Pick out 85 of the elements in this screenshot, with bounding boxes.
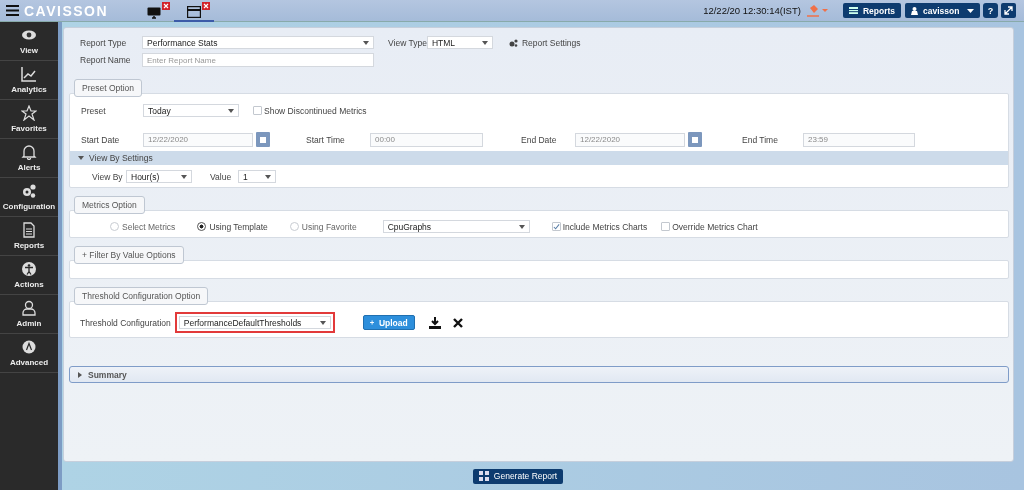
section-tab[interactable]: Preset Option bbox=[74, 79, 142, 97]
plus-icon bbox=[369, 319, 374, 326]
dropdown[interactable]: HTML bbox=[426, 36, 493, 49]
caret-icon bbox=[78, 156, 84, 160]
field-label: Preset bbox=[81, 105, 107, 116]
section-tab[interactable]: + Filter By Value Options bbox=[74, 246, 184, 264]
user-button[interactable]: cavisson bbox=[905, 3, 980, 18]
checkbox[interactable] bbox=[253, 106, 262, 115]
download-icon[interactable] bbox=[428, 316, 441, 329]
calendar-icon bbox=[692, 136, 698, 143]
section-tab[interactable]: Metrics Option bbox=[74, 196, 145, 214]
field-label: Threshold Configuration bbox=[80, 317, 171, 328]
sidebar-item[interactable]: Favorites bbox=[0, 100, 58, 139]
summary-header[interactable]: Summary bbox=[69, 366, 1009, 383]
help-button[interactable]: ? bbox=[983, 3, 998, 18]
expand-icon bbox=[1004, 6, 1013, 15]
caret-icon bbox=[481, 40, 488, 45]
view-by-settings-header[interactable]: View By Settings bbox=[70, 151, 1008, 165]
field-label: View By bbox=[92, 171, 124, 182]
sidebar-item[interactable]: Alerts bbox=[0, 139, 58, 178]
field-label: Start Time bbox=[306, 134, 346, 145]
user-icon bbox=[21, 300, 37, 316]
calendar-button[interactable] bbox=[256, 132, 270, 147]
field-label: End Date bbox=[521, 134, 558, 145]
logo: CAVISSON bbox=[24, 2, 110, 19]
radio-label: Select Metrics bbox=[122, 221, 176, 232]
caret-icon bbox=[78, 371, 82, 378]
grid-icon bbox=[478, 471, 489, 481]
sidebar-item[interactable]: Actions bbox=[0, 256, 58, 295]
calendar-button[interactable] bbox=[688, 132, 702, 147]
field-label: Start Date bbox=[81, 134, 121, 145]
report-settings-link[interactable]: Report Settings bbox=[508, 37, 581, 48]
section-tab[interactable]: Threshold Configuration Option bbox=[74, 287, 209, 305]
report-name-field[interactable]: Enter Report Name bbox=[142, 53, 374, 67]
checkbox-label: Override Metrics Chart bbox=[672, 221, 758, 232]
caret-icon bbox=[265, 174, 271, 179]
caret-icon bbox=[967, 8, 974, 13]
field-label: Report Name bbox=[80, 55, 132, 65]
table-icon bbox=[848, 7, 858, 14]
dropdown[interactable]: Today bbox=[143, 104, 239, 117]
caret-icon bbox=[363, 40, 369, 45]
sidebar-item[interactable]: View bbox=[0, 22, 58, 61]
chart-icon bbox=[21, 66, 37, 82]
checkbox[interactable] bbox=[661, 222, 671, 231]
generate-report-button[interactable]: Generate Report bbox=[472, 468, 564, 484]
dropdown[interactable]: Hour(s) bbox=[126, 170, 192, 183]
gears-icon bbox=[508, 38, 518, 47]
checkbox-label: Include Metrics Charts bbox=[562, 221, 648, 232]
calendar-icon bbox=[260, 136, 266, 143]
person-circle-icon bbox=[21, 261, 37, 277]
expand-button[interactable] bbox=[1001, 3, 1016, 18]
caret-icon bbox=[518, 224, 525, 229]
sidebar-item[interactable]: Reports bbox=[0, 217, 58, 256]
close-icon[interactable] bbox=[452, 317, 463, 328]
dropdown[interactable]: PerformanceDefaultThresholds bbox=[178, 316, 331, 329]
document-icon bbox=[21, 222, 37, 238]
field-label: End Time bbox=[742, 134, 779, 145]
dropdown[interactable]: CpuGraphs bbox=[382, 220, 530, 233]
menu-icon[interactable] bbox=[6, 5, 19, 16]
dropdown[interactable]: Performance Stats bbox=[142, 36, 374, 49]
sidebar-item[interactable]: Admin bbox=[0, 295, 58, 334]
window-icon bbox=[187, 5, 201, 18]
circle-icon bbox=[21, 339, 37, 355]
checkbox-label: Show Discontinued Metrics bbox=[264, 105, 367, 116]
sidebar-item[interactable]: Analytics bbox=[0, 61, 58, 100]
checkbox[interactable] bbox=[551, 222, 561, 231]
user-icon bbox=[911, 6, 918, 15]
date-time: 12/22/20 12:30:14(IST) bbox=[703, 5, 801, 16]
sidebar-item[interactable]: Advanced bbox=[0, 334, 58, 373]
caret-icon bbox=[319, 320, 326, 325]
gears-icon bbox=[21, 183, 37, 199]
caret-icon bbox=[228, 108, 234, 113]
radio-label: Using Template bbox=[209, 221, 268, 232]
radio-label: Using Favorite bbox=[301, 221, 357, 232]
star-icon bbox=[21, 105, 37, 121]
sidebar-item[interactable]: Configuration bbox=[0, 178, 58, 217]
radio-button[interactable] bbox=[197, 222, 207, 231]
dropdown[interactable]: 1 bbox=[238, 170, 276, 183]
field-label: View Type bbox=[388, 37, 427, 48]
field-label: Report Type bbox=[80, 37, 128, 48]
bell-icon bbox=[21, 144, 37, 160]
caret-icon bbox=[181, 174, 187, 179]
field-label: Value bbox=[210, 171, 233, 182]
monitor-icon bbox=[147, 6, 161, 19]
reports-button[interactable]: Reports bbox=[842, 3, 901, 18]
